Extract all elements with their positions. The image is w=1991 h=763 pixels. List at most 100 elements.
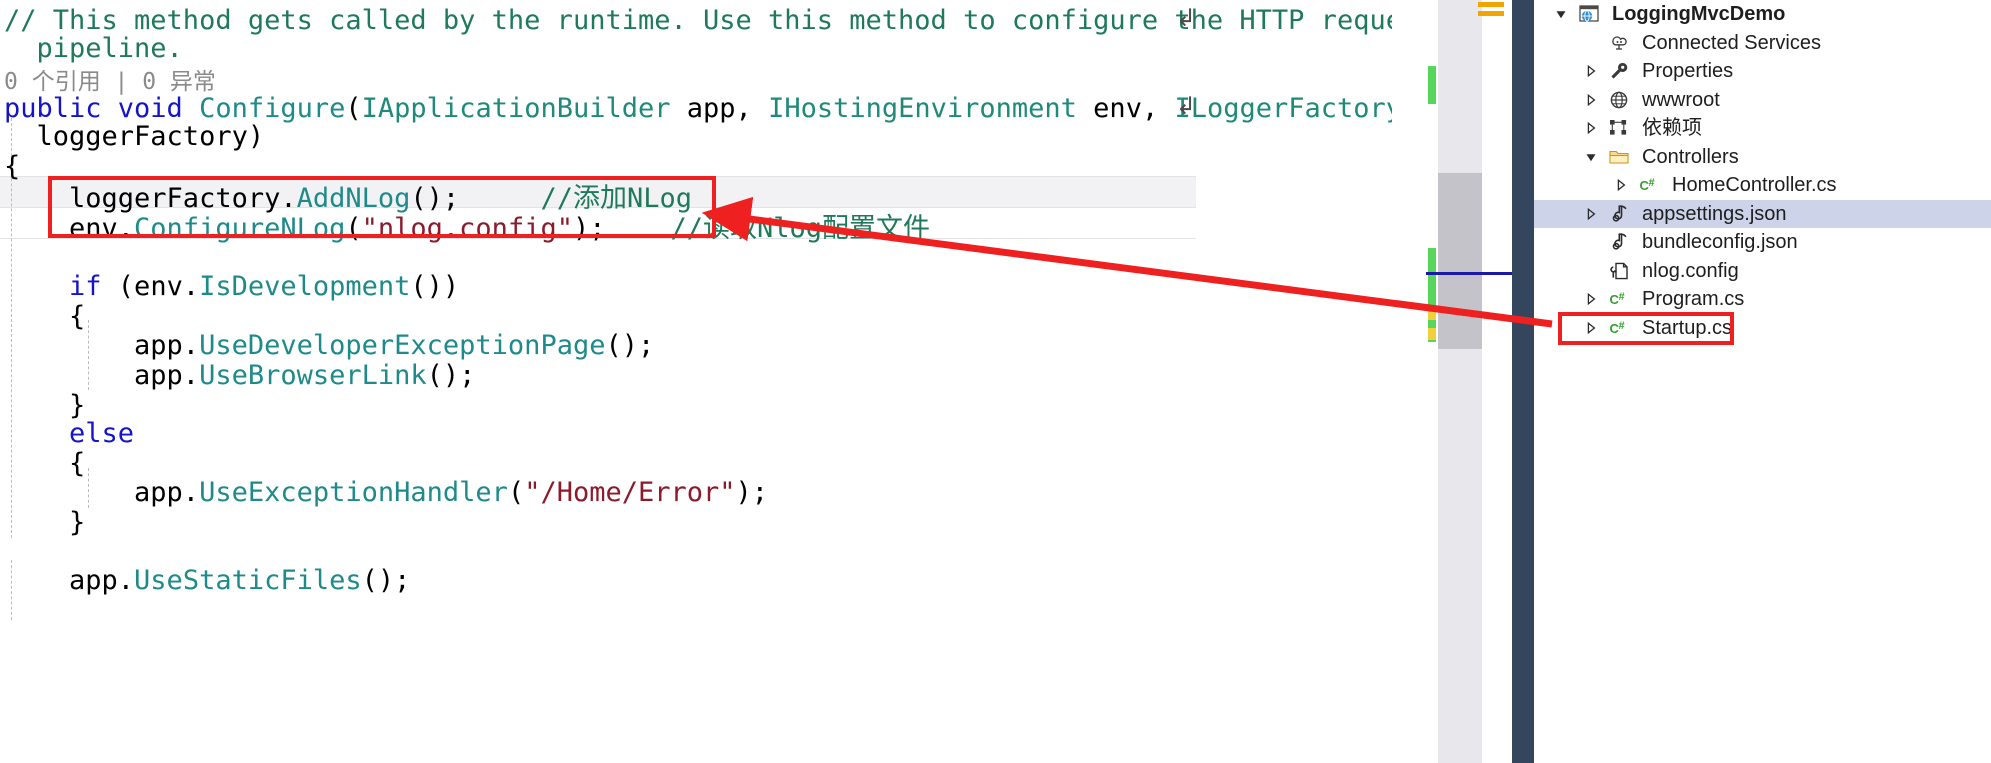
caret-position-marker bbox=[1426, 272, 1512, 275]
code-token: //读取Nlog配置文件 bbox=[670, 213, 931, 244]
pane-splitter[interactable] bbox=[1512, 0, 1534, 763]
solution-explorer-item[interactable]: Properties bbox=[1534, 57, 1991, 86]
overview-change-marker bbox=[1428, 308, 1436, 320]
code-text-surface[interactable]: // This method gets called by the runtim… bbox=[0, 0, 1512, 763]
code-token: "nlog.config" bbox=[361, 213, 573, 244]
word-wrap-glyph-icon: ↲ bbox=[1176, 92, 1197, 120]
code-token: UseStaticFiles bbox=[134, 565, 362, 596]
web-project-icon bbox=[1578, 3, 1600, 25]
code-token: IApplicationBuilder bbox=[361, 93, 671, 124]
solution-explorer-tree[interactable]: LoggingMvcDemo Connected Services Properti… bbox=[1534, 0, 1991, 342]
code-token: ( bbox=[345, 93, 362, 124]
csharp-icon: C # bbox=[1604, 288, 1634, 310]
solution-explorer-item-label: wwwroot bbox=[1642, 88, 1720, 111]
vertical-scrollbar-thumb[interactable] bbox=[1438, 173, 1482, 349]
csharp-icon: C # bbox=[1604, 317, 1634, 339]
overview-orange-marker-icon bbox=[1478, 2, 1504, 24]
solution-explorer-item[interactable]: wwwroot bbox=[1534, 86, 1991, 115]
solution-explorer-item-label: Controllers bbox=[1642, 145, 1739, 168]
code-token: ( bbox=[345, 213, 362, 244]
code-token: "/Home/Error" bbox=[524, 477, 736, 508]
solution-explorer-item[interactable]: C # Startup.cs bbox=[1534, 314, 1991, 343]
json-icon bbox=[1608, 203, 1630, 225]
solution-explorer-item-label: 依赖项 bbox=[1642, 117, 1702, 140]
code-line[interactable]: app.UseStaticFiles(); bbox=[4, 562, 410, 600]
code-token: app, bbox=[670, 93, 769, 124]
solution-explorer-item-label: HomeController.cs bbox=[1672, 174, 1837, 197]
code-editor-pane[interactable]: // This method gets called by the runtim… bbox=[0, 0, 1512, 763]
folder-icon bbox=[1604, 146, 1634, 168]
solution-explorer-item-label: Startup.cs bbox=[1642, 316, 1733, 339]
code-token: { bbox=[4, 151, 21, 182]
dependencies-icon bbox=[1604, 117, 1634, 139]
code-line[interactable]: loggerFactory) bbox=[4, 118, 265, 156]
solution-explorer-item-label: Connected Services bbox=[1642, 31, 1821, 54]
code-line[interactable]: env.ConfigureNLog("nlog.config"); //读取Nl… bbox=[4, 210, 930, 248]
code-token: IsDevelopment bbox=[199, 271, 411, 302]
solution-explorer-item[interactable]: nlog.config bbox=[1534, 257, 1991, 286]
wrench-icon bbox=[1608, 60, 1630, 82]
solution-explorer-item[interactable]: C # HomeController.cs bbox=[1534, 171, 1991, 200]
json-icon bbox=[1604, 231, 1634, 253]
code-token: pipeline. bbox=[4, 33, 183, 64]
code-token: UseBrowserLink bbox=[199, 360, 427, 391]
code-token: ConfigureNLog bbox=[134, 213, 346, 244]
code-token: ); bbox=[735, 477, 769, 508]
chevron-right-icon[interactable] bbox=[1578, 321, 1604, 335]
code-token: } bbox=[4, 507, 86, 538]
code-token: (); bbox=[361, 565, 411, 596]
solution-explorer-item[interactable]: appsettings.json bbox=[1534, 199, 1991, 228]
solution-explorer-item[interactable]: bundleconfig.json bbox=[1534, 228, 1991, 257]
solution-explorer-item[interactable]: Connected Services bbox=[1534, 29, 1991, 58]
chevron-down-icon[interactable] bbox=[1578, 150, 1604, 164]
overview-change-marker bbox=[1428, 66, 1436, 104]
svg-text:#: # bbox=[1619, 320, 1625, 332]
code-token: loggerFactory) bbox=[4, 121, 265, 152]
code-token: // This method gets called by the runtim… bbox=[4, 5, 1435, 36]
folder-icon bbox=[1608, 146, 1630, 168]
solution-explorer-item-label: Properties bbox=[1642, 60, 1734, 83]
code-token: ()) bbox=[410, 271, 460, 302]
chevron-right-icon[interactable] bbox=[1578, 64, 1604, 78]
chevron-right-icon[interactable] bbox=[1578, 292, 1604, 306]
overview-change-marker bbox=[1428, 328, 1436, 340]
solution-explorer-item[interactable]: Controllers bbox=[1534, 143, 1991, 172]
code-token: IHostingEnvironment bbox=[768, 93, 1077, 124]
solution-explorer-item[interactable]: LoggingMvcDemo bbox=[1534, 0, 1991, 29]
code-token: env. bbox=[4, 213, 135, 244]
editor-overview-margin[interactable] bbox=[1392, 0, 1512, 763]
visual-studio-window: // This method gets called by the runtim… bbox=[0, 0, 1991, 763]
code-token: ILoggerFactory bbox=[1174, 93, 1403, 124]
chevron-right-icon[interactable] bbox=[1578, 93, 1604, 107]
json-icon bbox=[1608, 231, 1630, 253]
chevron-down-icon[interactable] bbox=[1548, 7, 1574, 21]
chevron-right-icon[interactable] bbox=[1578, 121, 1604, 135]
csharp-icon: C # bbox=[1608, 317, 1630, 339]
svg-text:#: # bbox=[1619, 291, 1625, 303]
code-line[interactable]: app.UseExceptionHandler("/Home/Error"); bbox=[4, 474, 768, 512]
code-token: ( bbox=[507, 477, 525, 508]
chevron-right-icon[interactable] bbox=[1608, 178, 1634, 192]
code-line[interactable]: // This method gets called by the runtim… bbox=[4, 2, 1434, 40]
solution-explorer-item-label: Program.cs bbox=[1642, 288, 1745, 311]
code-token: (env. bbox=[101, 271, 200, 302]
config-icon bbox=[1604, 260, 1634, 282]
globe-icon bbox=[1604, 89, 1634, 111]
code-token: env, bbox=[1076, 93, 1175, 124]
code-token: app. bbox=[4, 565, 135, 596]
chevron-right-icon[interactable] bbox=[1578, 207, 1604, 221]
solution-explorer-item[interactable]: 依赖项 bbox=[1534, 114, 1991, 143]
globe-icon bbox=[1608, 89, 1630, 111]
word-wrap-glyph-icon: ↲ bbox=[1176, 4, 1197, 32]
solution-explorer-item[interactable]: C # Program.cs bbox=[1534, 285, 1991, 314]
solution-explorer-item-label: LoggingMvcDemo bbox=[1612, 3, 1786, 26]
code-line[interactable]: } bbox=[4, 504, 85, 542]
csharp-icon: C # bbox=[1634, 174, 1664, 196]
code-token: ); bbox=[572, 213, 671, 244]
vertical-scrollbar-track[interactable] bbox=[1438, 0, 1482, 763]
code-token: UseExceptionHandler bbox=[199, 477, 508, 508]
svg-text:#: # bbox=[1649, 177, 1655, 189]
code-token: (); bbox=[605, 330, 655, 361]
wrench-icon bbox=[1604, 60, 1634, 82]
solution-explorer-panel[interactable]: LoggingMvcDemo Connected Services Properti… bbox=[1534, 0, 1991, 763]
